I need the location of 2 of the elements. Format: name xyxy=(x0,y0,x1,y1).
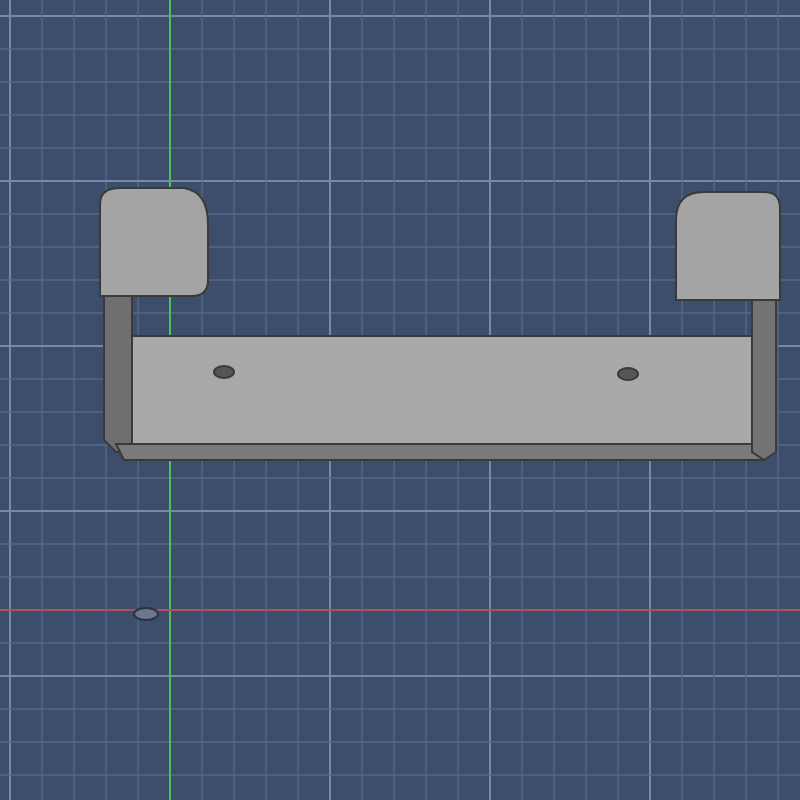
bracket-drawing[interactable] xyxy=(99,187,781,462)
cad-viewport[interactable] xyxy=(0,0,800,800)
